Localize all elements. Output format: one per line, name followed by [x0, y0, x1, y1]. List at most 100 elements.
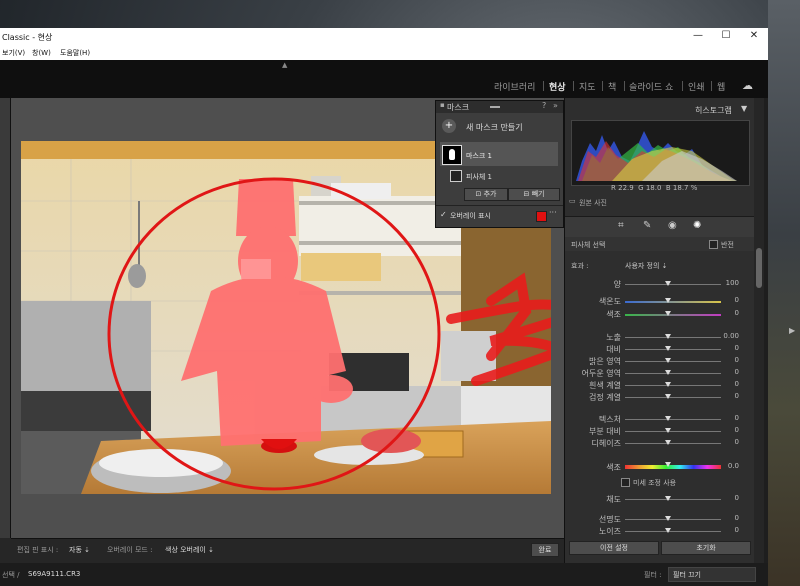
module-print[interactable]: 인쇄: [688, 80, 705, 93]
temp-slider[interactable]: [625, 301, 721, 303]
menu-window[interactable]: 창(W): [32, 48, 51, 58]
scrollbar-thumb[interactable]: [756, 248, 762, 288]
slider-value[interactable]: 0: [715, 526, 739, 534]
original-photo-icon[interactable]: ▭: [569, 197, 576, 205]
left-panel-collapsed[interactable]: [0, 98, 11, 538]
done-button[interactable]: 완료: [531, 543, 559, 557]
slider-value[interactable]: 0: [715, 356, 739, 364]
maximize-button[interactable]: ☐: [716, 30, 736, 44]
collapse-top-icon[interactable]: ▲: [282, 61, 287, 69]
slider-value[interactable]: 0: [715, 514, 739, 522]
collapse-right-icon[interactable]: ▶: [789, 326, 795, 335]
shadows-slider[interactable]: [625, 373, 721, 374]
effect-select[interactable]: 사용자 정의 ⇣: [625, 261, 668, 271]
saturation-slider[interactable]: [625, 499, 721, 500]
mask-tool-icon[interactable]: ✺: [693, 220, 701, 231]
subject-icon[interactable]: [450, 170, 462, 182]
noise-slider-handle[interactable]: [665, 528, 671, 533]
slider-value[interactable]: 0: [715, 414, 739, 422]
amount-value[interactable]: 100: [715, 279, 739, 287]
overlay-color-swatch[interactable]: [536, 211, 547, 222]
fine-tune-checkbox[interactable]: [621, 478, 630, 487]
add-mask-icon[interactable]: +: [442, 119, 456, 133]
slider-value[interactable]: 0: [715, 296, 739, 304]
module-map[interactable]: 지도: [579, 80, 596, 93]
expand-icon[interactable]: »: [553, 101, 558, 110]
blacks-slider-handle[interactable]: [665, 394, 671, 399]
clarity-slider[interactable]: [625, 431, 721, 432]
texture-slider-handle[interactable]: [665, 416, 671, 421]
menu-help[interactable]: 도움말(H): [60, 48, 90, 58]
subject-name[interactable]: 피사체 1: [466, 172, 492, 182]
slider-value[interactable]: 0: [715, 494, 739, 502]
slider-value[interactable]: 0: [715, 380, 739, 388]
overlay-more-icon[interactable]: ···: [549, 208, 557, 217]
temp-slider-handle[interactable]: [665, 298, 671, 303]
exposure-slider[interactable]: [625, 337, 721, 338]
overlay-checkbox[interactable]: ✓: [440, 210, 447, 219]
texture-slider[interactable]: [625, 419, 721, 420]
new-mask-button[interactable]: 새 마스크 만들기: [466, 122, 523, 133]
whites-slider-handle[interactable]: [665, 382, 671, 387]
slider-value[interactable]: 0: [715, 344, 739, 352]
slider-value[interactable]: 0: [715, 368, 739, 376]
slider-value[interactable]: 0.0: [715, 462, 739, 470]
mask-thumbnail[interactable]: [442, 145, 462, 165]
reset-button[interactable]: 초기화: [661, 541, 751, 555]
slider-value[interactable]: 0: [715, 309, 739, 317]
hue-slider-handle[interactable]: [665, 462, 671, 467]
tint-slider[interactable]: [625, 314, 721, 316]
sharpness-slider-handle[interactable]: [665, 516, 671, 521]
current-filename[interactable]: S69A9111.CR3: [28, 570, 80, 578]
contrast-slider-handle[interactable]: [665, 346, 671, 351]
mask-subtract-button[interactable]: ⊟ 빼기: [508, 188, 560, 201]
amount-slider-handle[interactable]: [665, 281, 671, 286]
blacks-slider[interactable]: [625, 397, 721, 398]
filter-select[interactable]: 필터 끄기: [668, 567, 756, 582]
mask-name[interactable]: 마스크 1: [466, 151, 492, 161]
module-book[interactable]: 책: [608, 80, 616, 93]
saturation-slider-handle[interactable]: [665, 496, 671, 501]
whites-slider[interactable]: [625, 385, 721, 386]
heal-icon[interactable]: ✎: [643, 220, 651, 231]
right-panel-scrollbar[interactable]: [754, 98, 764, 563]
panel-menu-icon[interactable]: ▪: [440, 101, 445, 109]
menu-view[interactable]: 보기(V): [2, 48, 25, 58]
minimize-button[interactable]: —: [688, 30, 708, 44]
invert-checkbox[interactable]: [709, 240, 718, 249]
dehaze-slider[interactable]: [625, 443, 721, 444]
highlights-slider-handle[interactable]: [665, 358, 671, 363]
shadows-slider-handle[interactable]: [665, 370, 671, 375]
cloud-icon[interactable]: ☁: [742, 79, 753, 92]
dehaze-slider-handle[interactable]: [665, 440, 671, 445]
module-develop[interactable]: 현상: [549, 80, 566, 93]
module-library[interactable]: 라이브러리: [494, 80, 535, 93]
help-icon[interactable]: ?: [542, 101, 546, 110]
mask-add-button[interactable]: ⊡ 추가: [464, 188, 508, 201]
previous-settings-button[interactable]: 이전 설정: [569, 541, 659, 555]
amount-slider[interactable]: [625, 284, 721, 285]
hue-slider[interactable]: [625, 465, 721, 469]
histogram-collapse-icon[interactable]: ▼: [741, 104, 747, 113]
noise-slider[interactable]: [625, 531, 721, 532]
slider-value[interactable]: 0: [715, 392, 739, 400]
clarity-slider-handle[interactable]: [665, 428, 671, 433]
crop-icon[interactable]: ⌗: [618, 220, 624, 231]
collapse-mask-handle[interactable]: [490, 106, 500, 108]
contrast-slider[interactable]: [625, 349, 721, 350]
slider-value[interactable]: 0: [715, 438, 739, 446]
slider-value[interactable]: 0.00: [715, 332, 739, 340]
highlights-slider[interactable]: [625, 361, 721, 362]
exposure-slider-handle[interactable]: [665, 334, 671, 339]
tint-slider-handle[interactable]: [665, 311, 671, 316]
show-pins-select[interactable]: 자동 ⇣: [69, 545, 90, 555]
slider-value[interactable]: 0: [715, 426, 739, 434]
redeye-icon[interactable]: ◉: [668, 220, 677, 231]
module-web[interactable]: 웹: [717, 80, 725, 93]
histogram-graph[interactable]: [571, 120, 750, 186]
close-button[interactable]: ✕: [744, 30, 764, 44]
module-slideshow[interactable]: 슬라이드 쇼: [629, 80, 673, 93]
original-photo-toggle[interactable]: 원본 사진: [579, 198, 607, 208]
sharpness-slider[interactable]: [625, 519, 721, 520]
overlay-mode-select[interactable]: 색상 오버레이 ⇣: [165, 545, 214, 555]
